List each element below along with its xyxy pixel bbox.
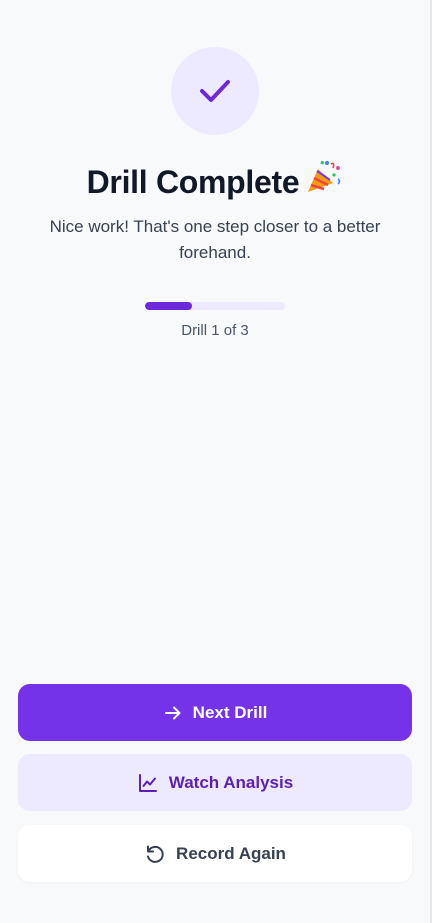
page-title-text: Drill Complete: [86, 164, 300, 200]
watch-analysis-button[interactable]: Watch Analysis: [18, 754, 412, 811]
record-again-button[interactable]: Record Again: [18, 825, 412, 882]
next-drill-button[interactable]: Next Drill: [18, 684, 412, 741]
rotate-ccw-icon: [144, 843, 166, 865]
party-popper-icon: [305, 159, 343, 204]
check-icon: [200, 80, 230, 102]
arrow-right-icon: [163, 703, 183, 723]
progress-bar: [145, 302, 285, 310]
watch-analysis-label: Watch Analysis: [168, 772, 294, 792]
page-title: Drill Complete: [0, 159, 430, 204]
success-badge: [171, 47, 259, 135]
next-drill-label: Next Drill: [192, 702, 268, 722]
progress-label: Drill 1 of 3: [181, 322, 249, 339]
completion-message: Nice work! That's one step closer to a b…: [49, 217, 381, 262]
chart-line-icon: [137, 772, 159, 794]
progress-bar-fill: [145, 302, 192, 310]
record-again-label: Record Again: [176, 843, 286, 863]
